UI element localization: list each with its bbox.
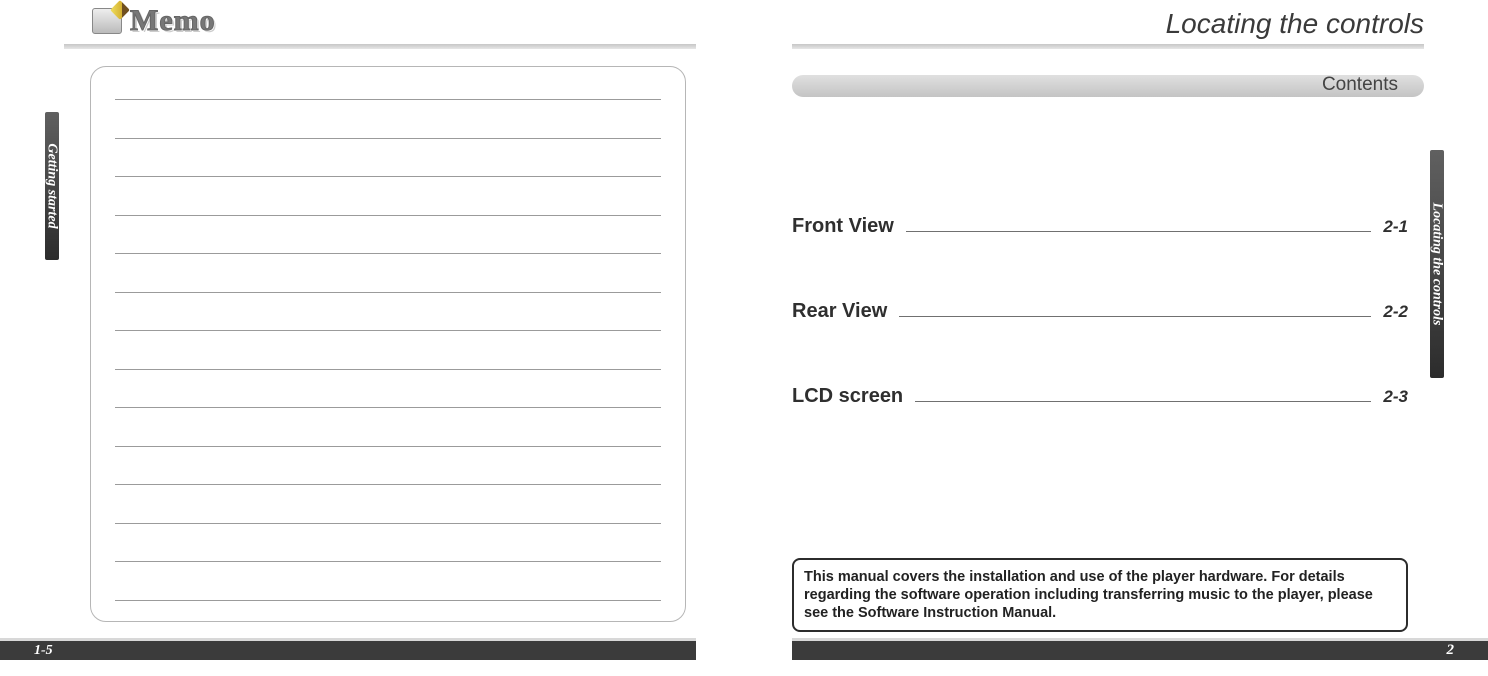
side-tab-left: Getting started	[42, 112, 61, 260]
footer-bar-left	[0, 640, 696, 660]
notice-box: This manual covers the installation and …	[792, 558, 1408, 632]
side-tab-left-label: Getting started	[44, 143, 60, 228]
toc-page: 2-3	[1375, 387, 1408, 407]
toc-leader	[906, 231, 1372, 232]
page-number-left: 1-5	[34, 643, 53, 659]
toc-label: Front View	[792, 215, 902, 238]
memo-line	[115, 446, 661, 447]
toc-row: Front View 2-1	[792, 215, 1408, 238]
toc-leader	[899, 316, 1371, 317]
memo-line	[115, 292, 661, 293]
chapter-title: Locating the controls	[1166, 8, 1424, 40]
memo-line	[115, 561, 661, 562]
contents-label: Contents	[1322, 74, 1398, 96]
side-tab-right: Locating the controls	[1427, 150, 1446, 378]
memo-line	[115, 407, 661, 408]
memo-line	[115, 176, 661, 177]
header-rule	[64, 44, 696, 49]
memo-title: Memo	[130, 4, 216, 38]
toc-label: LCD screen	[792, 385, 911, 408]
table-of-contents: Front View 2-1 Rear View 2-2 LCD screen 2-3	[792, 215, 1408, 470]
left-page: Memo Getting started 1-5	[0, 0, 744, 676]
memo-line	[115, 600, 661, 601]
toc-leader	[915, 401, 1371, 402]
memo-line	[115, 330, 661, 331]
memo-card	[90, 66, 686, 622]
memo-line	[115, 253, 661, 254]
memo-lines	[115, 99, 661, 601]
header-rule-right	[792, 44, 1424, 49]
footer-bar-right	[792, 640, 1488, 660]
toc-label: Rear View	[792, 300, 895, 323]
memo-line	[115, 484, 661, 485]
right-page: Locating the controls Contents Locating …	[744, 0, 1488, 676]
toc-row: LCD screen 2-3	[792, 385, 1408, 408]
page-number-right: 2	[1447, 642, 1455, 659]
memo-line	[115, 138, 661, 139]
memo-header: Memo	[92, 4, 216, 38]
memo-line	[115, 369, 661, 370]
toc-page: 2-2	[1375, 302, 1408, 322]
memo-line	[115, 99, 661, 100]
page-spread: Memo Getting started 1-5 Locating the co…	[0, 0, 1488, 676]
memo-line	[115, 215, 661, 216]
toc-page: 2-1	[1375, 217, 1408, 237]
memo-notepad-icon	[92, 8, 122, 34]
toc-row: Rear View 2-2	[792, 300, 1408, 323]
side-tab-right-label: Locating the controls	[1429, 203, 1445, 326]
memo-line	[115, 523, 661, 524]
